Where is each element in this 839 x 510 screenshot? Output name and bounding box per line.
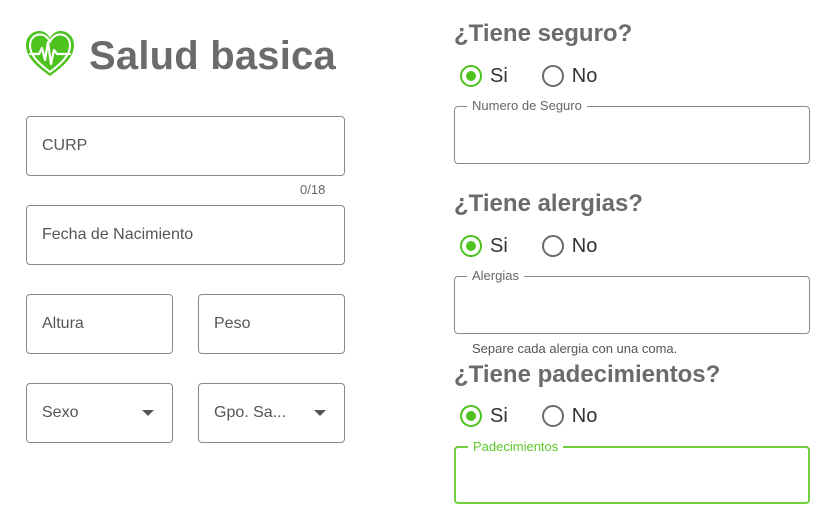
allergies-radio-si[interactable] (460, 235, 482, 257)
allergies-radio-no-label[interactable]: No (572, 235, 598, 258)
allergies-question: ¿Tiene alergias? (454, 190, 643, 217)
birthdate-placeholder: Fecha de Nacimiento (42, 226, 194, 243)
insurance-number-label: Numero de Seguro (467, 99, 587, 113)
height-placeholder: Altura (42, 315, 84, 332)
insurance-radio-si[interactable] (460, 65, 482, 87)
sex-select[interactable]: Sexo (26, 383, 173, 443)
conditions-question: ¿Tiene padecimientos? (454, 361, 721, 388)
blood-group-placeholder: Gpo. Sa... (214, 404, 287, 421)
insurance-number-field[interactable]: Numero de Seguro (454, 99, 810, 164)
weight-input[interactable]: Peso (198, 294, 345, 354)
birthdate-input[interactable]: Fecha de Nacimiento (26, 205, 345, 265)
insurance-question: ¿Tiene seguro? (454, 20, 633, 47)
curp-char-counter: 0/18 (300, 182, 326, 197)
allergies-radio-si-label[interactable]: Si (490, 235, 508, 258)
insurance-radio-no-label[interactable]: No (572, 65, 598, 88)
allergies-radio-no[interactable] (541, 235, 564, 257)
curp-input[interactable]: CURP (26, 116, 345, 176)
conditions-field[interactable]: Padecimientos (454, 440, 810, 504)
sex-placeholder: Sexo (42, 404, 79, 421)
allergies-radio-group: Si No (460, 233, 597, 259)
insurance-radio-no[interactable] (541, 65, 564, 87)
conditions-label: Padecimientos (468, 440, 564, 454)
conditions-radio-group: Si No (460, 403, 597, 429)
curp-placeholder: CURP (42, 137, 88, 154)
heart-pulse-icon (26, 31, 74, 76)
conditions-radio-no-label[interactable]: No (572, 405, 598, 428)
conditions-radio-si[interactable] (460, 405, 482, 427)
blood-group-select[interactable]: Gpo. Sa... (198, 383, 345, 443)
height-input[interactable]: Altura (26, 294, 173, 354)
chevron-down-icon (142, 410, 154, 416)
allergies-field[interactable]: Alergias (454, 269, 810, 334)
chevron-down-icon (314, 410, 326, 416)
conditions-radio-no[interactable] (541, 405, 564, 427)
allergies-label: Alergias (467, 269, 524, 283)
weight-placeholder: Peso (214, 315, 251, 332)
conditions-radio-si-label[interactable]: Si (490, 405, 508, 428)
page-title: Salud basica (89, 34, 336, 78)
allergies-helper-text: Separe cada alergia con una coma. (472, 341, 678, 356)
insurance-radio-si-label[interactable]: Si (490, 65, 508, 88)
insurance-radio-group: Si No (460, 63, 597, 89)
